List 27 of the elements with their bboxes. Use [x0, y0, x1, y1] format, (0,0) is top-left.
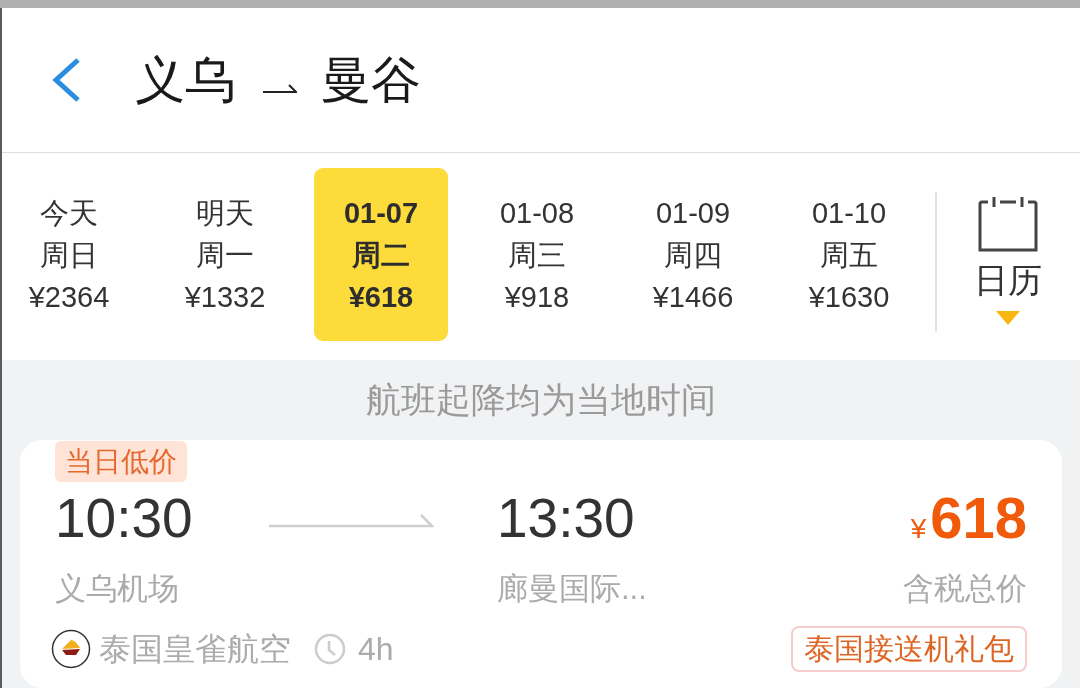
calendar-button[interactable]: 日历 — [968, 195, 1048, 325]
clock-icon — [314, 633, 346, 665]
date-tab[interactable]: 01-09 周四 ¥1466 — [626, 168, 760, 341]
destination-city: 曼谷 — [321, 51, 421, 110]
date-tab[interactable]: 今天 周日 ¥2364 — [2, 168, 136, 341]
depart-time: 10:30 — [55, 487, 193, 551]
duration-text: 4h — [358, 630, 394, 669]
notice-text: 航班起降均为当地时间 — [365, 379, 717, 421]
calendar-icon — [978, 195, 1038, 252]
airline-name: 泰国皇雀航空 — [99, 630, 291, 669]
logo-icon — [51, 629, 91, 669]
back-icon — [50, 57, 82, 103]
flight-card[interactable]: 当日低价 10:30 13:30 ¥618 义乌机场 廊曼国际... 含税总价 泰国皇雀航空 4h 泰国接送机礼包 — [20, 440, 1062, 688]
date-tab[interactable]: 01-10 周五 ¥1630 — [782, 168, 916, 341]
price-note: 含税总价 — [903, 570, 1027, 608]
back-button[interactable] — [50, 57, 82, 103]
origin-city: 义乌 — [135, 51, 235, 110]
date-tab[interactable]: 明天 周一 ¥1332 — [158, 168, 292, 341]
arrive-time: 13:30 — [497, 487, 635, 551]
depart-airport: 义乌机场 — [55, 570, 179, 608]
date-tab[interactable]: 01-08 周三 ¥918 — [470, 168, 604, 341]
arrive-airport: 廊曼国际... — [497, 570, 647, 608]
deal-tag: 当日低价 — [55, 441, 187, 482]
promo-tag[interactable]: 泰国接送机礼包 — [791, 626, 1027, 672]
caret-icon — [996, 311, 1020, 325]
price-text: ¥618 — [910, 487, 1027, 552]
date-tab[interactable]: 01-07 周二 ¥618 — [314, 168, 448, 341]
